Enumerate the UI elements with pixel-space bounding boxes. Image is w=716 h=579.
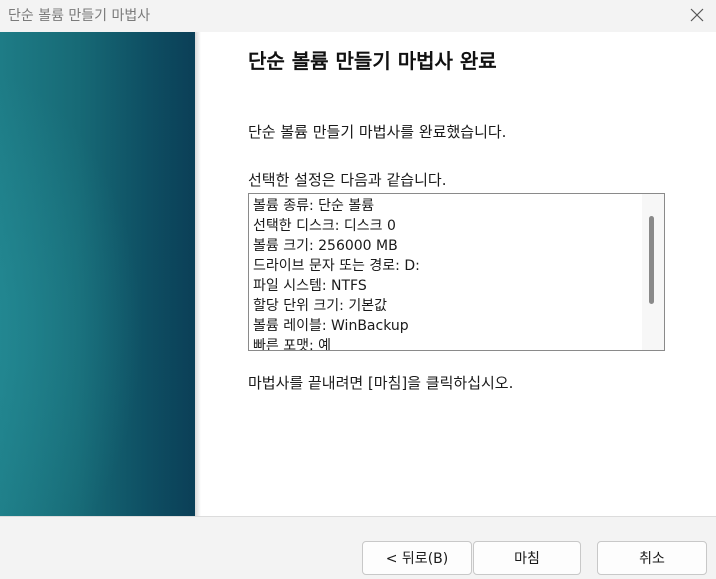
- title-bar: 단순 볼륨 만들기 마법사: [0, 0, 716, 32]
- banner-edge: [195, 32, 201, 516]
- list-item: 파일 시스템: NTFS: [253, 278, 367, 294]
- cancel-button[interactable]: 취소: [597, 541, 707, 575]
- wizard-side-banner: [0, 32, 195, 516]
- settings-summary-box[interactable]: 볼륨 종류: 단순 볼륨 선택한 디스크: 디스크 0 볼륨 크기: 25600…: [248, 193, 665, 351]
- list-item: 할당 단위 크기: 기본값: [253, 298, 387, 314]
- vertical-scrollbar[interactable]: [642, 194, 664, 350]
- page-title: 단순 볼륨 만들기 마법사 완료: [248, 49, 497, 73]
- settings-intro: 선택한 설정은 다음과 같습니다.: [248, 171, 447, 189]
- completed-message: 단순 볼륨 만들기 마법사를 완료했습니다.: [248, 123, 507, 141]
- list-item: 드라이브 문자 또는 경로: D:: [253, 258, 420, 274]
- button-bar: < 뒤로(B) 마침 취소: [0, 517, 716, 579]
- window-title: 단순 볼륨 만들기 마법사: [8, 8, 151, 24]
- list-item: 볼륨 레이블: WinBackup: [253, 318, 409, 334]
- finish-button[interactable]: 마침: [473, 541, 581, 575]
- scrollbar-thumb[interactable]: [649, 216, 654, 304]
- finish-instruction: 마법사를 끝내려면 [마침]을 클릭하십시오.: [248, 374, 514, 392]
- settings-list: 볼륨 종류: 단순 볼륨 선택한 디스크: 디스크 0 볼륨 크기: 25600…: [249, 194, 664, 351]
- back-button[interactable]: < 뒤로(B): [362, 541, 472, 575]
- list-item: 선택한 디스크: 디스크 0: [253, 218, 396, 234]
- list-item: 볼륨 종류: 단순 볼륨: [253, 198, 375, 214]
- list-item: 볼륨 크기: 256000 MB: [253, 238, 398, 254]
- close-icon[interactable]: [686, 4, 708, 26]
- list-item: 빠른 포맷: 예: [253, 338, 332, 351]
